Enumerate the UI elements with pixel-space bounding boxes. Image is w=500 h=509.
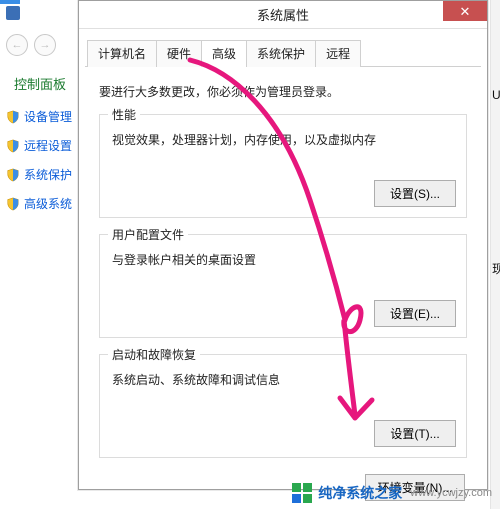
- nav-arrows: ← →: [6, 34, 56, 56]
- group-legend: 启动和故障恢复: [108, 346, 200, 363]
- sidebar-item-label: 远程设置: [24, 137, 72, 154]
- nav-back-icon[interactable]: ←: [6, 34, 28, 56]
- admin-note: 要进行大多数更改，你必须作为管理员登录。: [99, 83, 467, 100]
- watermark-url: www.ycwjzy.com: [410, 487, 492, 499]
- system-properties-dialog: 系统属性 ✕ 计算机名 硬件 高级 系统保护 远程 要进行大多数更改，你必须作为…: [78, 0, 488, 490]
- watermark-logo-icon: [292, 483, 312, 503]
- watermark-brand: 纯净系统之家: [318, 483, 402, 503]
- group-legend: 用户配置文件: [108, 226, 188, 243]
- titlebar: 系统属性 ✕: [79, 1, 487, 29]
- watermark: 纯净系统之家 www.ycwjzy.com: [292, 483, 492, 503]
- tab-pane-advanced: 要进行大多数更改，你必须作为管理员登录。 性能 视觉效果，处理器计划，内存使用，…: [85, 67, 481, 485]
- tab-strip: 计算机名 硬件 高级 系统保护 远程: [85, 39, 481, 67]
- group-startup-recovery: 启动和故障恢复 系统启动、系统故障和调试信息 设置(T)...: [99, 354, 467, 458]
- tab-remote[interactable]: 远程: [315, 40, 361, 67]
- group-desc: 视觉效果，处理器计划，内存使用，以及虚拟内存: [112, 131, 456, 148]
- shield-icon: [6, 168, 20, 182]
- close-button[interactable]: ✕: [443, 1, 487, 21]
- nav-forward-icon[interactable]: →: [34, 34, 56, 56]
- shield-icon: [6, 197, 20, 211]
- sidebar-item-label: 高级系统: [24, 195, 72, 212]
- group-user-profiles: 用户配置文件 与登录帐户相关的桌面设置 设置(E)...: [99, 234, 467, 338]
- sidebar-item-device-manager[interactable]: 设备管理: [6, 108, 72, 125]
- tab-system-protection[interactable]: 系统保护: [246, 40, 316, 67]
- tab-hardware[interactable]: 硬件: [156, 40, 202, 67]
- right-panel-strip: U 现: [490, 0, 500, 509]
- group-performance: 性能 视觉效果，处理器计划，内存使用，以及虚拟内存 设置(S)...: [99, 114, 467, 218]
- sidebar: 设备管理 远程设置 系统保护 高级系统: [6, 108, 72, 212]
- sidebar-item-label: 系统保护: [24, 166, 72, 183]
- group-desc: 与登录帐户相关的桌面设置: [112, 251, 456, 268]
- dialog-title: 系统属性: [257, 5, 309, 24]
- performance-settings-button[interactable]: 设置(S)...: [374, 180, 456, 207]
- sidebar-item-label: 设备管理: [24, 108, 72, 125]
- tab-computer-name[interactable]: 计算机名: [87, 40, 157, 67]
- sidebar-item-protection[interactable]: 系统保护: [6, 166, 72, 183]
- close-icon: ✕: [460, 5, 471, 18]
- group-desc: 系统启动、系统故障和调试信息: [112, 371, 456, 388]
- startup-recovery-settings-button[interactable]: 设置(T)...: [374, 420, 456, 447]
- app-icon: [6, 6, 20, 20]
- sidebar-item-advanced[interactable]: 高级系统: [6, 195, 72, 212]
- breadcrumb[interactable]: 控制面板: [14, 74, 66, 93]
- shield-icon: [6, 139, 20, 153]
- shield-icon: [6, 110, 20, 124]
- sidebar-item-remote[interactable]: 远程设置: [6, 137, 72, 154]
- tab-advanced[interactable]: 高级: [201, 40, 247, 67]
- group-legend: 性能: [108, 106, 140, 123]
- user-profiles-settings-button[interactable]: 设置(E)...: [374, 300, 456, 327]
